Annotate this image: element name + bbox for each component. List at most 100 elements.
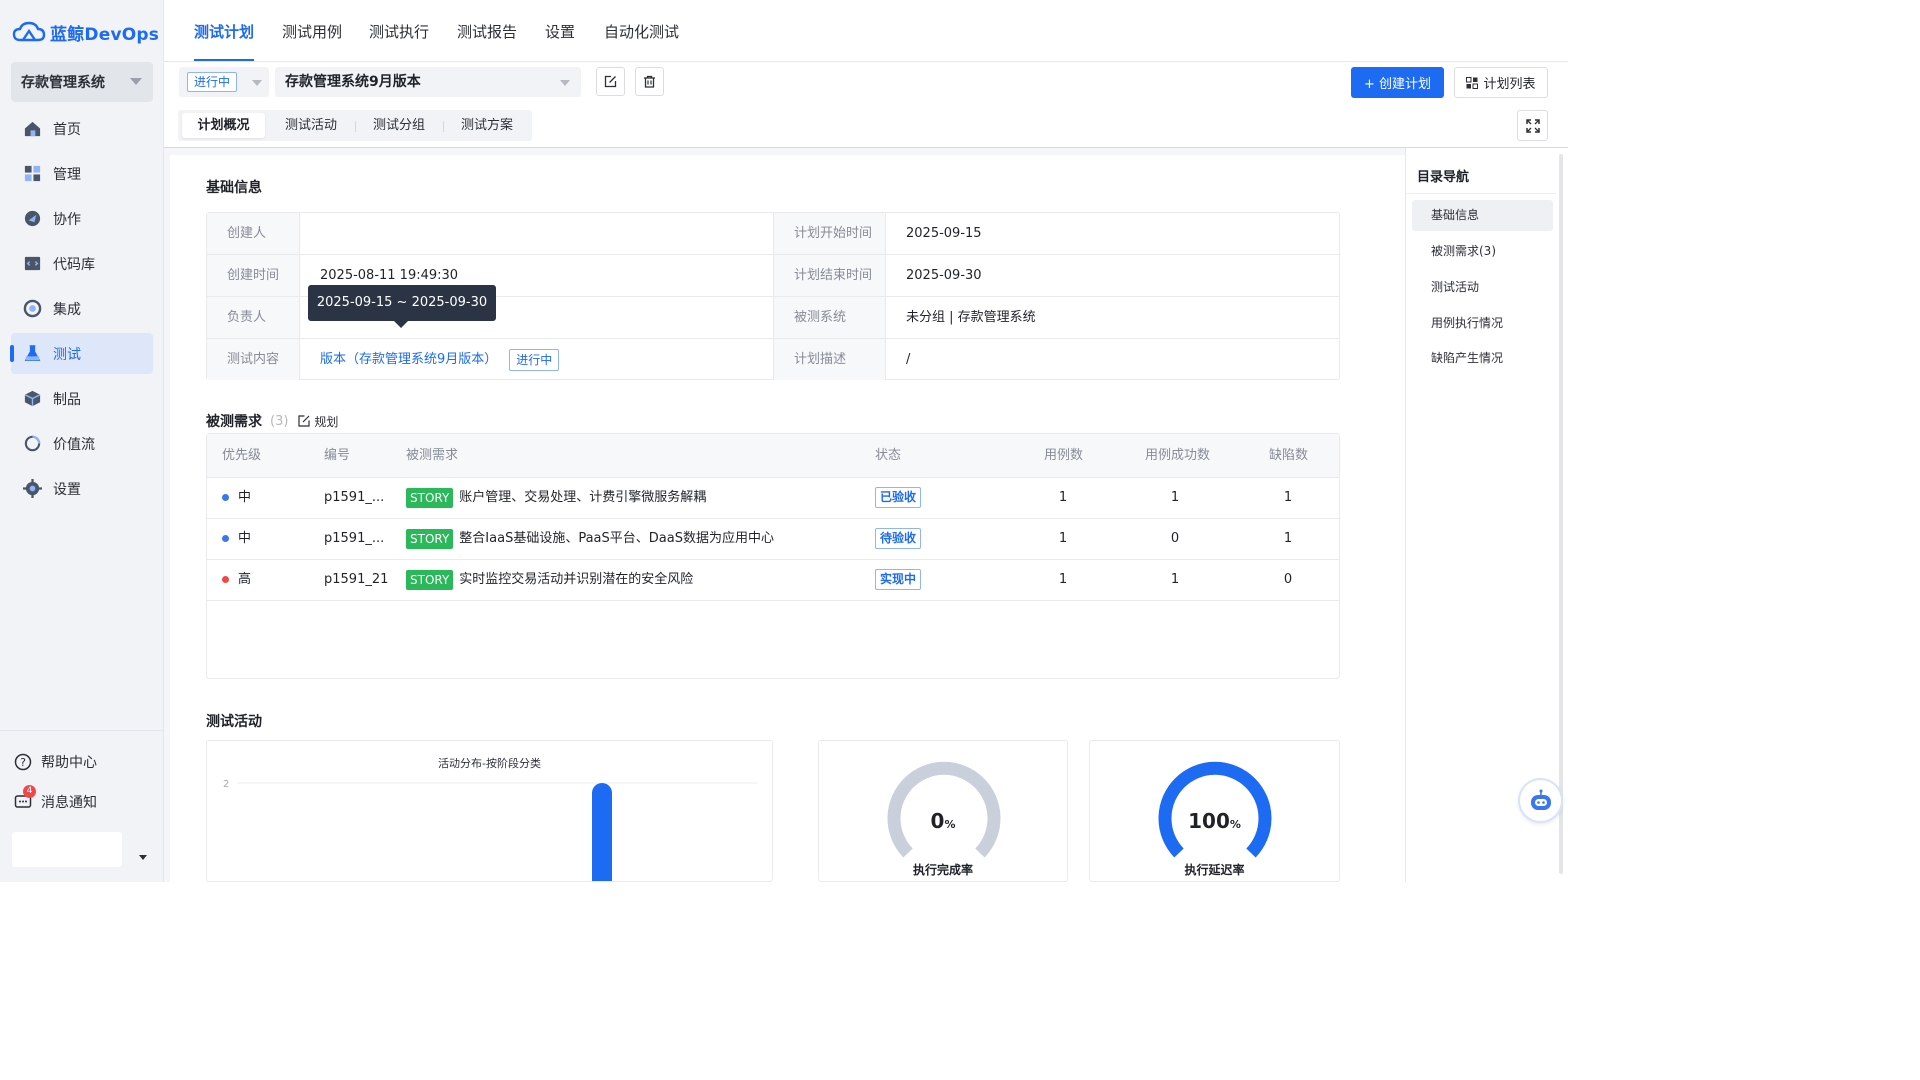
sidebar-item-integration[interactable]: 集成 [11,288,153,329]
table-row[interactable]: 中 p1591_... STORY 整合IaaS基础设施、PaaS平台、DaaS数… [207,519,1339,560]
chevron-down-icon [130,78,142,85]
requirement-cell: STORY 账户管理、交易处理、计费引擎微服务解耦 [406,478,706,518]
creator-value [299,213,773,254]
column-header-success: 用例成功数 [1145,448,1211,463]
sidebar-item-collaborate[interactable]: 协作 [11,198,153,239]
delay-rate-label: 执行延迟率 [1184,863,1245,877]
subtab-test-group[interactable]: 测试分组 [357,113,441,138]
fullscreen-button[interactable] [1517,110,1548,141]
date-range-tooltip: 2025-09-15 ~ 2025-09-30 [308,285,496,328]
cases-cell: 1 [1058,572,1068,587]
cases-cell: 1 [1058,531,1068,546]
tab-test-execution[interactable]: 测试执行 [369,21,429,42]
plan-list-button[interactable]: 计划列表 [1454,67,1548,98]
priority-dot [222,576,229,583]
requirements-count: (3) [270,413,289,429]
completion-rate-unit: % [944,818,956,831]
toc-divider [1406,193,1556,194]
success-cell: 0 [1170,531,1180,546]
toc-item-case-execution[interactable]: 用例执行情况 [1412,308,1553,339]
requirement-name[interactable]: 整合IaaS基础设施、PaaS平台、DaaS数据为应用中心 [459,531,774,546]
tab-test-cases[interactable]: 测试用例 [282,21,342,42]
settings-gear-icon [23,479,42,498]
section-title-requirements: 被测需求 [206,414,262,430]
toc-item-defects[interactable]: 缺陷产生情况 [1412,343,1553,374]
delay-rate-card: 100% 执行延迟率 [1089,740,1340,882]
ai-assistant-button[interactable] [1520,780,1561,821]
project-select[interactable]: 存款管理系统 [11,62,153,102]
table-row[interactable]: 中 p1591_... STORY 账户管理、交易处理、计费引擎微服务解耦 已验收… [207,478,1339,519]
table-row[interactable]: 高 p1591_21 STORY 实时监控交易活动并识别潜在的安全风险 实现中 1… [207,560,1339,601]
id-cell: p1591_21 [324,572,389,587]
story-tag: STORY [406,487,454,508]
content-status-tag: 进行中 [509,348,560,371]
delay-rate-value: 100% [1090,809,1339,833]
top-nav: 测试计划 测试用例 测试执行 测试报告 设置 自动化测试 [164,0,1568,62]
subtabs: 计划概况 测试活动 测试分组 测试方案 [178,110,532,141]
tab-test-report[interactable]: 测试报告 [457,21,517,42]
overview-panel: 基础信息 创建人 计划开始时间 2025-09-15 创建时间 2025-08-… [170,155,1405,882]
sidebar-item-manage[interactable]: 管理 [11,153,153,194]
help-center-label: 帮助中心 [41,755,97,771]
toc-item-test-activity[interactable]: 测试活动 [1412,272,1553,303]
bar-chart-svg: 2 [223,779,757,881]
sidebar-item-home[interactable]: 首页 [11,108,153,149]
priority-dot [222,494,229,501]
info-row: 创建人 计划开始时间 2025-09-15 [207,213,1339,255]
scrollbar[interactable] [1559,154,1563,874]
story-tag: STORY [406,528,454,549]
trash-icon [644,75,655,88]
toc-title: 目录导航 [1417,170,1470,185]
chart-bar[interactable] [592,783,612,881]
content-value: 版本（存款管理系统9月版本） 进行中 [299,339,773,380]
description-value: / [885,339,1339,380]
edit-plan-button[interactable] [596,67,625,96]
tab-automation-test[interactable]: 自动化测试 [604,21,679,42]
priority-dot [222,535,229,542]
subtab-test-activity[interactable]: 测试活动 [269,113,353,138]
sidebar-item-settings[interactable]: 设置 [11,468,153,509]
sidebar: 蓝鲸DevOps 存款管理系统 首页 管理 协作 代码库 集成 测试 制品 价值… [0,0,164,882]
sidebar-item-test[interactable]: 测试 [10,333,153,374]
defects-cell: 0 [1283,572,1293,587]
status-filter-select[interactable]: 进行中 [179,67,269,97]
user-avatar-area[interactable] [12,832,122,867]
sidebar-item-code-repo[interactable]: 代码库 [11,243,153,284]
integration-icon [23,299,42,318]
notification-label: 消息通知 [41,795,97,811]
column-header-defects: 缺陷数 [1269,448,1309,463]
completion-rate-label: 执行完成率 [912,863,973,877]
column-header-priority: 优先级 [222,448,262,463]
tab-test-plan[interactable]: 测试计划 [194,21,255,61]
sidebar-item-value-stream[interactable]: 价值流 [11,423,153,464]
delete-plan-button[interactable] [635,67,664,96]
sidebar-item-label: 管理 [53,166,81,183]
svg-text:?: ? [20,756,26,769]
sidebar-item-artifact[interactable]: 制品 [11,378,153,419]
help-icon: ? [14,753,32,771]
column-header-id: 编号 [324,448,351,463]
requirement-name[interactable]: 实时监控交易活动并识别潜在的安全风险 [459,572,693,587]
user-menu-caret-icon[interactable] [139,855,147,860]
sidebar-item-label: 设置 [53,481,81,498]
toc-item-basic-info[interactable]: 基础信息 [1412,200,1553,231]
plan-requirements-label: 规划 [314,414,339,429]
subtab-plan-overview[interactable]: 计划概况 [182,113,265,138]
toc-item-requirements[interactable]: 被测需求(3) [1412,236,1553,267]
content-version-link[interactable]: 版本（存款管理系统9月版本） [320,352,497,367]
help-center-link[interactable]: ? 帮助中心 [14,752,97,772]
brand-logo[interactable]: 蓝鲸DevOps [12,18,159,46]
subtab-test-scheme[interactable]: 测试方案 [445,113,529,138]
plan-requirements-link[interactable]: 规划 [298,413,338,430]
brand-name: 蓝鲸DevOps [50,24,160,45]
notification-link[interactable]: 4 消息通知 [14,785,97,812]
id-cell: p1591_... [324,490,385,505]
create-plan-button[interactable]: + 创建计划 [1351,67,1444,98]
plan-select[interactable]: 存款管理系统9月版本 [275,67,581,97]
story-tag: STORY [406,569,454,590]
column-header-cases: 用例数 [1044,448,1084,463]
system-label: 被测系统 [773,297,885,338]
tab-settings[interactable]: 设置 [545,21,575,42]
requirement-name[interactable]: 账户管理、交易处理、计费引擎微服务解耦 [459,490,706,505]
chevron-down-icon [252,80,262,86]
